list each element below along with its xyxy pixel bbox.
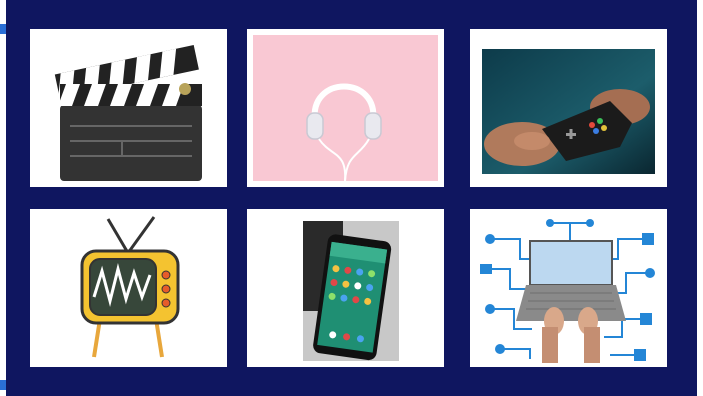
headphones-icon [253,35,438,182]
tile-retro-tv[interactable] [30,209,227,367]
tile-clapperboard[interactable] [30,29,227,187]
game-controller-icon [482,49,655,174]
laptop-network-icon [480,219,655,363]
clapperboard-icon [54,45,202,181]
smartphone-icon [303,221,399,361]
tile-smartphone[interactable] [247,209,444,367]
tile-game-controller[interactable] [470,29,667,187]
edge-accent-top [0,24,6,34]
edge-accent-bottom [0,380,6,390]
tv-icon [80,216,180,358]
tile-laptop-network[interactable] [470,209,667,367]
tile-headphones[interactable] [247,29,444,187]
